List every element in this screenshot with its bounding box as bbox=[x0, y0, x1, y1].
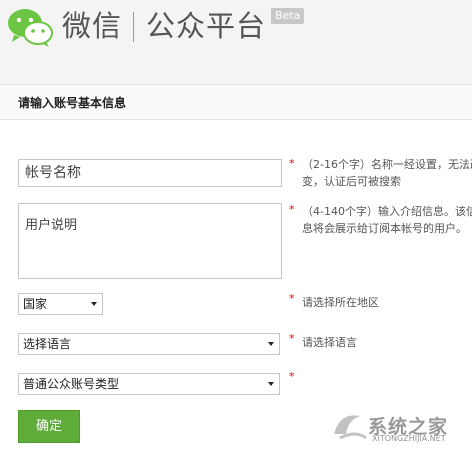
section-title: 请输入账号基本信息 bbox=[18, 96, 127, 110]
wechat-logo-icon bbox=[8, 9, 53, 47]
section-header: 请输入账号基本信息 bbox=[0, 84, 472, 120]
header: 微信 公众平台 Beta bbox=[0, 0, 472, 84]
language-select-value: 选择语言 bbox=[23, 337, 72, 351]
required-star: * bbox=[289, 203, 295, 216]
brand-name: 微信 bbox=[62, 9, 123, 43]
required-star: * bbox=[289, 370, 295, 383]
account-name-hint: （2-16个字）名称一经设置，无法改 变，认证后可被搜索 bbox=[302, 158, 472, 188]
beta-badge: Beta bbox=[271, 8, 305, 24]
country-select[interactable]: 国家 bbox=[18, 293, 103, 315]
watermark-url: XITONGZHIJIA.NET bbox=[372, 434, 446, 443]
chevron-down-icon bbox=[268, 382, 274, 386]
description-textarea[interactable] bbox=[18, 203, 282, 279]
account-type-select[interactable]: 普通公众账号类型 bbox=[18, 373, 280, 395]
description-hint: （4-140个字）输入介绍信息。该信 息将会展示给订阅本帐号的用户。 bbox=[302, 205, 472, 235]
platform-name: 公众平台 bbox=[146, 9, 267, 43]
country-select-value: 国家 bbox=[23, 297, 48, 311]
required-star: * bbox=[289, 292, 295, 305]
required-star: * bbox=[289, 157, 295, 170]
chevron-down-icon bbox=[268, 342, 274, 346]
chevron-down-icon bbox=[91, 302, 97, 306]
account-type-select-value: 普通公众账号类型 bbox=[23, 377, 120, 391]
account-name-input[interactable] bbox=[18, 159, 282, 187]
logo-divider bbox=[133, 12, 134, 42]
confirm-button[interactable]: 确定 bbox=[18, 410, 80, 443]
country-hint: 请选择所在地区 bbox=[302, 296, 379, 309]
required-star: * bbox=[289, 332, 295, 345]
language-hint: 请选择语言 bbox=[302, 336, 357, 349]
language-select[interactable]: 选择语言 bbox=[18, 333, 280, 355]
